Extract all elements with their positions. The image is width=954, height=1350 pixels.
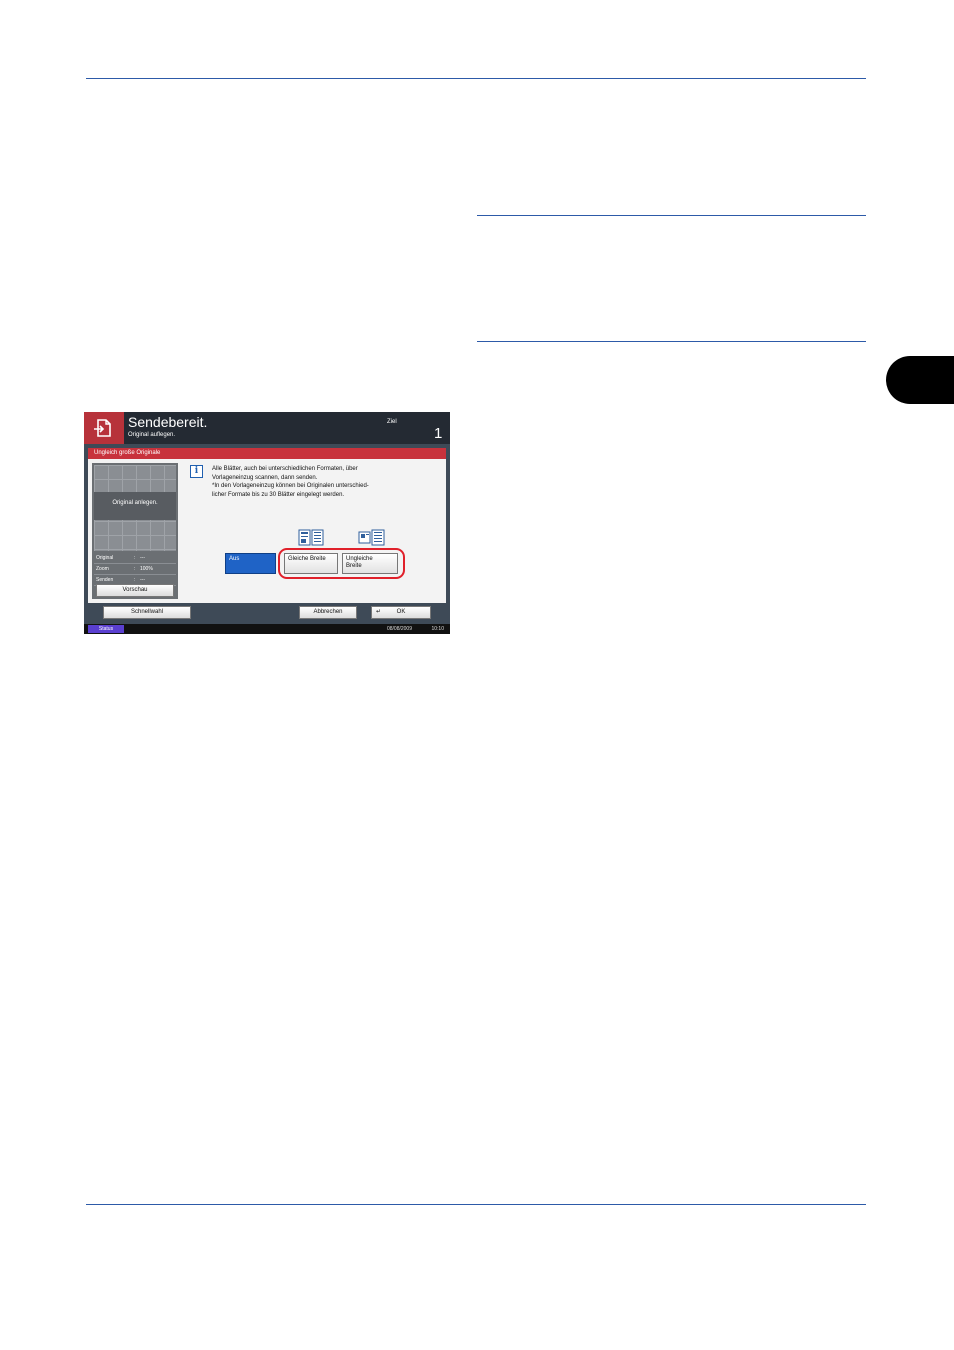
info-row-zoom: Zoom : 100% — [94, 564, 176, 575]
option-aus-button[interactable]: Aus — [225, 553, 276, 574]
panel-header: Sendebereit. Original auflegen. Ziel 1 — [84, 412, 450, 444]
panel-footer: Schnellwahl Abbrechen ↵ OK — [88, 603, 446, 622]
screen-subtitle: Original auflegen. — [128, 432, 176, 438]
dialog-message: Alle Blätter, auch bei unterschiedlichen… — [212, 465, 442, 499]
preview-placeholder: Original anlegen. — [94, 492, 176, 520]
preview-panel: Original anlegen. Original : --- Zoom : … — [92, 463, 178, 599]
message-line: *In den Vorlageneinzug können bei Origin… — [212, 483, 369, 489]
enter-arrow-icon: ↵ — [376, 609, 382, 615]
note-top-rule — [477, 215, 866, 216]
ok-label: OK — [396, 609, 406, 615]
note-bottom-rule — [477, 341, 866, 342]
quick-dial-button[interactable]: Schnellwahl — [103, 606, 191, 619]
cancel-button[interactable]: Abbrechen — [299, 606, 357, 619]
chapter-tab — [886, 356, 954, 404]
destination-label: Ziel — [387, 419, 397, 425]
info-icon: i — [190, 465, 203, 478]
destination-count: 1 — [434, 425, 443, 442]
message-line: licher Formate bis zu 30 Blätter eingele… — [212, 491, 345, 498]
highlight-ring — [278, 548, 405, 579]
dialog-title: Ungleich große Originale — [88, 448, 446, 459]
info-label: Zoom — [96, 566, 109, 572]
info-value: --- — [140, 555, 145, 561]
different-width-originals-icon — [358, 529, 385, 546]
bottom-rule — [86, 1204, 866, 1205]
device-panel: Sendebereit. Original auflegen. Ziel 1 U… — [84, 412, 450, 634]
status-bar: Status 08/08/2009 10:10 — [84, 624, 450, 634]
status-time: 10:10 — [431, 626, 444, 632]
same-width-originals-icon — [298, 529, 324, 546]
preview-button[interactable]: Vorschau — [96, 584, 174, 597]
status-date: 08/08/2009 — [386, 626, 412, 632]
info-label: Original — [96, 555, 114, 561]
message-line: Alle Blätter, auch bei unterschiedlichen… — [212, 466, 358, 472]
info-row-original: Original : --- — [94, 553, 176, 564]
preview-info: Original : --- Zoom : 100% Senden : --- — [94, 553, 176, 586]
screen-title: Sendebereit. — [128, 414, 208, 430]
info-value: 100% — [140, 566, 153, 572]
ok-button[interactable]: ↵ OK — [371, 606, 431, 619]
send-document-icon — [84, 412, 124, 444]
top-rule — [86, 78, 866, 79]
message-line: Vorlageneinzug scannen, dann senden. — [212, 474, 318, 481]
dialog-body: Original anlegen. Original : --- Zoom : … — [88, 459, 446, 603]
status-button[interactable]: Status — [88, 625, 124, 633]
